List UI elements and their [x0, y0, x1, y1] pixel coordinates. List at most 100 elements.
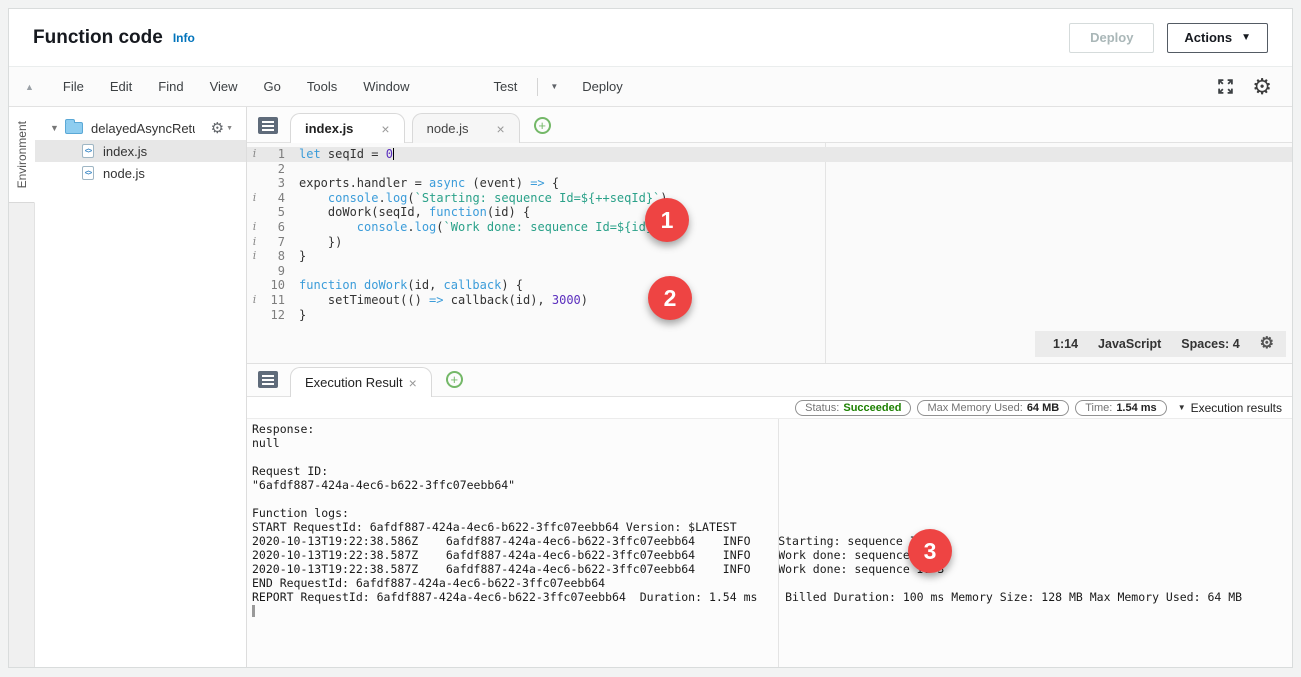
- menu-find[interactable]: Find: [145, 79, 196, 94]
- menu-window[interactable]: Window: [350, 79, 422, 94]
- code-line[interactable]: i8}: [247, 249, 1292, 264]
- menu-deploy[interactable]: Deploy: [569, 79, 635, 94]
- language-mode[interactable]: JavaScript: [1098, 337, 1161, 351]
- log-line: Function logs:: [252, 506, 1292, 520]
- badge-label: Status:: [805, 402, 839, 414]
- tree-item-node.js[interactable]: node.js: [35, 162, 246, 184]
- code-line[interactable]: 3exports.handler = async (event) => {: [247, 176, 1292, 191]
- code-text: }: [285, 249, 306, 264]
- text-cursor: [393, 148, 395, 160]
- line-number: 3: [262, 176, 285, 191]
- menu-file[interactable]: File: [50, 79, 97, 94]
- execution-results-toggle[interactable]: ▼ Execution results: [1178, 401, 1282, 415]
- code-line[interactable]: 5 doWork(seqId, function(id) {: [247, 205, 1292, 220]
- folder-disclosure-icon[interactable]: ▼: [50, 123, 65, 133]
- menu-view[interactable]: View: [197, 79, 251, 94]
- file-tree-panel: ▼ delayedAsyncReturn ⚙ ▼ index.jsnode.js: [35, 107, 247, 667]
- code-text: }: [285, 308, 306, 323]
- tree-settings-button[interactable]: ⚙ ▼: [211, 121, 233, 136]
- results-tab-list-icon[interactable]: [258, 371, 278, 388]
- gutter-info-icon: [247, 205, 262, 220]
- chevron-down-icon: ▼: [1241, 32, 1251, 43]
- code-text: }): [285, 235, 342, 250]
- execution-log-output[interactable]: Response:null Request ID:"6afdf887-424a-…: [247, 419, 1292, 667]
- actions-button-label: Actions: [1184, 30, 1232, 45]
- editor-status-bar: 1:14 JavaScript Spaces: 4 ⚙: [1035, 331, 1286, 357]
- results-summary-row: Status:SucceededMax Memory Used:64 MBTim…: [247, 397, 1292, 419]
- results-new-tab-icon[interactable]: +: [446, 371, 463, 388]
- test-menu-group: Test ▼ Deploy: [480, 78, 635, 96]
- tree-item-index.js[interactable]: index.js: [35, 140, 246, 162]
- new-tab-icon[interactable]: +: [534, 117, 551, 134]
- log-print-margin-line: [778, 419, 779, 667]
- code-text: exports.handler = async (event) => {: [285, 176, 559, 191]
- code-line[interactable]: i4 console.log(`Starting: sequence Id=${…: [247, 191, 1292, 206]
- code-text: console.log(`Work done: sequence Id=${id…: [285, 220, 668, 235]
- code-line[interactable]: i1let seqId = 0: [247, 147, 1292, 162]
- indentation-setting[interactable]: Spaces: 4: [1181, 337, 1239, 351]
- code-lines: i1let seqId = 023exports.handler = async…: [247, 147, 1292, 322]
- code-text: [285, 264, 299, 279]
- log-line: [252, 492, 1292, 506]
- code-line[interactable]: i7 }): [247, 235, 1292, 250]
- log-line: 2020-10-13T19:22:38.587Z 6afdf887-424a-4…: [252, 562, 1292, 576]
- gutter-info-icon: [247, 264, 262, 279]
- js-file-icon: [82, 144, 94, 158]
- fullscreen-icon[interactable]: [1217, 78, 1234, 95]
- gutter-info-icon: [247, 308, 262, 323]
- code-line[interactable]: 10function doWork(id, callback) {: [247, 278, 1292, 293]
- menu-tools[interactable]: Tools: [294, 79, 350, 94]
- code-line[interactable]: 12}: [247, 308, 1292, 323]
- result-badges: Status:SucceededMax Memory Used:64 MBTim…: [795, 400, 1167, 416]
- line-number: 6: [262, 220, 285, 235]
- log-line: 2020-10-13T19:22:38.587Z 6afdf887-424a-4…: [252, 548, 1292, 562]
- tab-label: index.js: [305, 121, 353, 136]
- gutter-info-icon: i: [247, 147, 262, 162]
- log-line: null: [252, 436, 1292, 450]
- code-text: function doWork(id, callback) {: [285, 278, 523, 293]
- close-tab-icon[interactable]: ×: [497, 121, 505, 137]
- close-tab-icon[interactable]: ×: [381, 121, 389, 137]
- editor-menubar: ▲ FileEditFindViewGoToolsWindow Test ▼ D…: [9, 66, 1292, 107]
- execution-result-tab[interactable]: Execution Result ×: [290, 367, 432, 397]
- menu-edit[interactable]: Edit: [97, 79, 145, 94]
- code-editor-pane: index.js×node.js× + i1let seqId = 023exp…: [247, 107, 1292, 363]
- editor-tab-index.js[interactable]: index.js ×: [290, 113, 405, 143]
- close-tab-icon[interactable]: ×: [409, 375, 417, 391]
- tree-file-list: index.jsnode.js: [35, 140, 246, 184]
- line-number: 11: [262, 293, 285, 308]
- execution-results-caret-icon: ▼: [1178, 403, 1186, 412]
- code-line[interactable]: 9: [247, 264, 1292, 279]
- code-line[interactable]: 2: [247, 162, 1292, 177]
- editor-tabs: index.js×node.js×: [290, 112, 527, 142]
- collapse-panel-icon[interactable]: ▲: [25, 82, 34, 92]
- actions-dropdown-button[interactable]: Actions ▼: [1167, 23, 1268, 53]
- editor-settings-gear-icon[interactable]: ⚙: [1260, 336, 1274, 352]
- editor-column: index.js×node.js× + i1let seqId = 023exp…: [247, 107, 1292, 667]
- badge-value: 64 MB: [1027, 402, 1059, 414]
- badge-label: Max Memory Used:: [927, 402, 1022, 414]
- annotation-circle-1: 1: [645, 198, 689, 242]
- info-link[interactable]: Info: [173, 31, 195, 45]
- editor-tab-node.js[interactable]: node.js×: [412, 113, 520, 143]
- code-line[interactable]: i11 setTimeout(() => callback(id), 3000): [247, 293, 1292, 308]
- tree-folder-row[interactable]: ▼ delayedAsyncReturn ⚙ ▼: [35, 116, 246, 140]
- execution-result-tab-label: Execution Result: [305, 375, 403, 390]
- code-area[interactable]: i1let seqId = 023exports.handler = async…: [247, 143, 1292, 363]
- page-title: Function code: [33, 27, 163, 49]
- log-line: REPORT RequestId: 6afdf887-424a-4ec6-b62…: [252, 590, 1292, 604]
- test-dropdown-icon[interactable]: ▼: [545, 82, 563, 91]
- main-area: Environment ▼ delayedAsyncReturn ⚙ ▼ ind…: [9, 107, 1292, 667]
- environment-tab-label: Environment: [15, 121, 29, 188]
- cursor-position[interactable]: 1:14: [1053, 337, 1078, 351]
- menu-go[interactable]: Go: [251, 79, 294, 94]
- js-file-icon: [82, 166, 94, 180]
- menu-test[interactable]: Test: [480, 79, 530, 94]
- menu-items: FileEditFindViewGoToolsWindow: [50, 79, 423, 94]
- settings-gear-icon[interactable]: ⚙: [1252, 76, 1272, 98]
- gutter-info-icon: [247, 162, 262, 177]
- environment-tab[interactable]: Environment: [9, 107, 35, 203]
- tab-list-icon[interactable]: [258, 117, 278, 134]
- code-line[interactable]: i6 console.log(`Work done: sequence Id=$…: [247, 220, 1292, 235]
- deploy-button[interactable]: Deploy: [1069, 23, 1154, 53]
